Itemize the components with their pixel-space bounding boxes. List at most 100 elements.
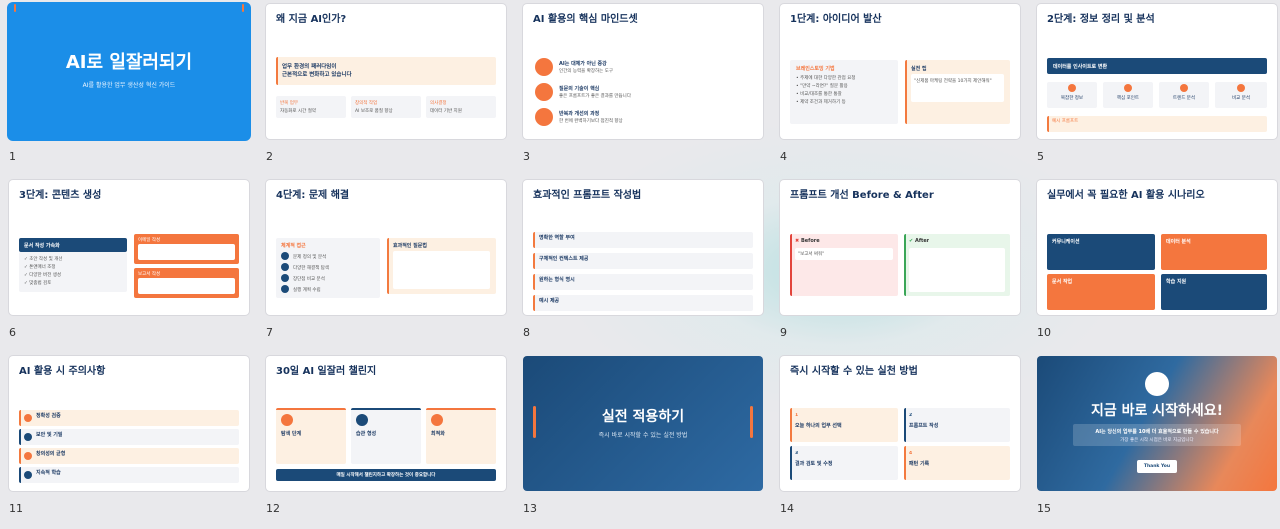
thank-you-button[interactable]: Thank You [1137, 460, 1177, 473]
phase-heading: 탐색 단계 [281, 431, 302, 437]
tip-text: "신제품 마케팅 전략을 10가지 제안해줘" [914, 79, 992, 84]
step-heading: 결과 검토 및 수정 [795, 461, 833, 467]
slide-number: 6 [9, 326, 16, 339]
slide-number: 1 [9, 150, 16, 163]
slide-thumbnail-4[interactable]: 1단계: 아이디어 발산 브레인스토밍 기법 • 주제에 대한 다양한 관점 요… [780, 4, 1020, 173]
slide-thumbnail-5[interactable]: 2단계: 정보 정리 및 분석 데이터를 인사이트로 변환 복잡한 정보 핵심 … [1037, 4, 1277, 173]
slide-number: 11 [9, 502, 23, 515]
slide-thumbnail-1[interactable]: AI로 일잘러되기 AI를 활용한 업무 생산성 혁신 가이드 1 [9, 4, 249, 173]
banner-text: 데이터를 인사이트로 변환 [1053, 64, 1108, 70]
step-text: 실행 계획 수립 [293, 288, 321, 293]
list-item: ✓ 초안 작성 및 개선 [24, 257, 63, 262]
slide-title: 3단계: 콘텐츠 생성 [19, 190, 102, 201]
card-text: 자동화로 시간 절약 [280, 109, 316, 114]
logo-circle [1145, 372, 1169, 396]
slide-title: 즉시 시작할 수 있는 실천 방법 [790, 366, 918, 377]
list-item: • 주제에 대한 다양한 관점 요청 [796, 76, 856, 81]
slide-thumbnail-10[interactable]: 실무에서 꼭 필요한 AI 활용 시나리오 커뮤니케이션 데이터 분석 문서 작… [1037, 180, 1277, 349]
item-text: 인간의 능력을 확장하는 도구 [559, 69, 613, 74]
card-heading: 학습 지원 [1166, 279, 1187, 285]
tip-heading: 예시 제공 [539, 298, 560, 304]
column-heading: 문서 작성 가속화 [24, 243, 60, 249]
list-item: ✓ 다양한 버전 생성 [24, 273, 62, 278]
check-icon: ✔ [909, 238, 914, 244]
item-text: 좋은 프롬프트가 좋은 결과를 만듭니다 [559, 94, 631, 99]
tip-heading: 원하는 형식 명시 [539, 277, 575, 283]
slide-thumbnail-15[interactable]: 지금 바로 시작하세요! AI는 당신의 업무를 10배 더 효율적으로 만들 … [1037, 356, 1277, 525]
caution-heading: 보안 및 기밀 [36, 432, 63, 438]
challenge-banner: 매일 시작해서 챌린지하고 확장하는 것이 중요합니다 [336, 473, 436, 478]
slide-title: 30일 AI 일잘러 챌린지 [276, 366, 377, 377]
step-text: 장단점 비교 분석 [293, 277, 325, 282]
tip-heading: 명확한 역할 부여 [539, 235, 575, 241]
slide-title: 왜 지금 AI인가? [276, 14, 347, 25]
x-icon: ✖ [795, 238, 800, 244]
step-heading: 오늘 하나의 업무 선택 [795, 423, 842, 429]
example-label: 예시 프롬프트 [1052, 119, 1079, 124]
slide-title: 효과적인 프롬프트 작성법 [533, 190, 642, 201]
list-item: ✓ 톤앤매너 조정 [24, 265, 56, 270]
card-heading: 반복 업무 [280, 101, 298, 106]
slide-thumbnail-13[interactable]: 실전 적용하기 즉시 바로 시작할 수 있는 실전 방법 13 [523, 356, 763, 525]
slide-number: 5 [1037, 150, 1044, 163]
phase-heading: 습관 형성 [356, 431, 377, 437]
slide-subtitle: 즉시 바로 시작할 수 있는 실전 방법 [598, 432, 688, 439]
slide-title: 실무에서 꼭 필요한 AI 활용 시나리오 [1047, 190, 1205, 201]
slide-title: 2단계: 정보 정리 및 분석 [1047, 14, 1155, 25]
closing-message: AI는 당신의 업무를 10배 더 효율적으로 만들 수 있습니다 [1095, 429, 1219, 435]
card-heading: 커뮤니케이션 [1052, 239, 1080, 245]
slide-thumbnail-2[interactable]: 왜 지금 AI인가? 업무 환경의 패러다임이 근본적으로 변화하고 있습니다 … [266, 4, 506, 173]
list-item: • 비교/대조를 통한 통찰 [796, 92, 842, 97]
card-heading: 이메일 작성 [138, 238, 161, 243]
slide-title: 4단계: 문제 해결 [276, 190, 350, 201]
slide-number: 9 [780, 326, 787, 339]
list-item: • 제약 조건과 제거하기 등 [796, 100, 846, 105]
step-heading: 패턴 기록 [909, 461, 930, 467]
card-heading: 데이터 분석 [1166, 239, 1191, 245]
slide-number: 4 [780, 150, 787, 163]
tip-heading: 구체적인 컨텍스트 제공 [539, 256, 589, 262]
step-text: 다양한 해결책 탐색 [293, 266, 329, 271]
slide-number: 8 [523, 326, 530, 339]
card-heading: 트렌드 분석 [1172, 96, 1196, 101]
slide-thumbnail-14[interactable]: 즉시 시작할 수 있는 실천 방법 1 2 3 4 오늘 하나의 업무 선택 프… [780, 356, 1020, 525]
slide-number: 12 [266, 502, 280, 515]
caution-heading: 창의성의 균형 [36, 451, 66, 457]
card-heading: 핵심 포인트 [1116, 96, 1140, 101]
slide-title: AI 활용 시 주의사항 [19, 366, 106, 377]
slide-subtitle: AI를 활용한 업무 생산성 혁신 가이드 [82, 82, 176, 89]
slide-title: 실전 적용하기 [601, 409, 685, 425]
slide-title: 1단계: 아이디어 발산 [790, 14, 882, 25]
list-item: • "만약 ~라면?" 질문 활용 [796, 84, 848, 89]
slide-thumbnail-7[interactable]: 4단계: 문제 해결 체계적 접근 문제 정의 및 분석 다양한 해결책 탐색 … [266, 180, 506, 349]
slide-number: 10 [1037, 326, 1051, 339]
slide-thumbnail-8[interactable]: 효과적인 프롬프트 작성법 명확한 역할 부여 구체적인 컨텍스트 제공 원하는… [523, 180, 763, 349]
card-heading: 창의적 작업 [355, 101, 378, 106]
slide-title: AI 활용의 핵심 마인드셋 [533, 14, 638, 25]
caution-heading: 지속적 학습 [36, 470, 61, 476]
card-text: 데이터 기반 지원 [430, 109, 462, 114]
card-heading: 보고서 작성 [138, 272, 161, 277]
item-heading: 질문의 기술이 핵심 [559, 86, 600, 92]
slide-thumbnail-11[interactable]: AI 활용 시 주의사항 정확성 검증 보안 및 기밀 창의성의 균형 지속적 … [9, 356, 249, 525]
after-label: ✔ After [909, 238, 930, 244]
step-heading: 프롬프트 작성 [909, 423, 939, 429]
phase-heading: 최적화 [431, 431, 445, 437]
column-heading: 효과적인 질문법 [393, 243, 427, 249]
column-heading: 브레인스토밍 기법 [796, 66, 835, 72]
callout-text: 업무 환경의 패러다임이 근본적으로 변화하고 있습니다 [282, 64, 352, 78]
slide-number: 13 [523, 502, 537, 515]
slide-thumbnail-6[interactable]: 3단계: 콘텐츠 생성 문서 작성 가속화 ✓ 초안 작성 및 개선 ✓ 톤앤매… [9, 180, 249, 349]
slide-sorter-grid: AI로 일잘러되기 AI를 활용한 업무 생산성 혁신 가이드 1 왜 지금 A… [9, 4, 1277, 525]
step-text: 문제 정의 및 분석 [293, 255, 327, 260]
card-heading: 복잡한 정보 [1060, 96, 1084, 101]
slide-number: 7 [266, 326, 273, 339]
slide-thumbnail-12[interactable]: 30일 AI 일잘러 챌린지 탐색 단계 습관 형성 최적화 매일 시작해서 챌… [266, 356, 506, 525]
column-heading: 실전 팁 [911, 66, 927, 72]
slide-thumbnail-9[interactable]: 프롬프트 개선 Before & After ✖ Before "보고서 써줘"… [780, 180, 1020, 349]
before-label: ✖ Before [795, 238, 820, 244]
slide-number: 15 [1037, 502, 1051, 515]
slide-thumbnail-3[interactable]: AI 활용의 핵심 마인드셋 AI는 대체가 아닌 증강 인간의 능력을 확장하… [523, 4, 763, 173]
card-text: AI 보조로 품질 향상 [355, 109, 393, 114]
slide-title: 지금 바로 시작하세요! [1090, 403, 1224, 419]
